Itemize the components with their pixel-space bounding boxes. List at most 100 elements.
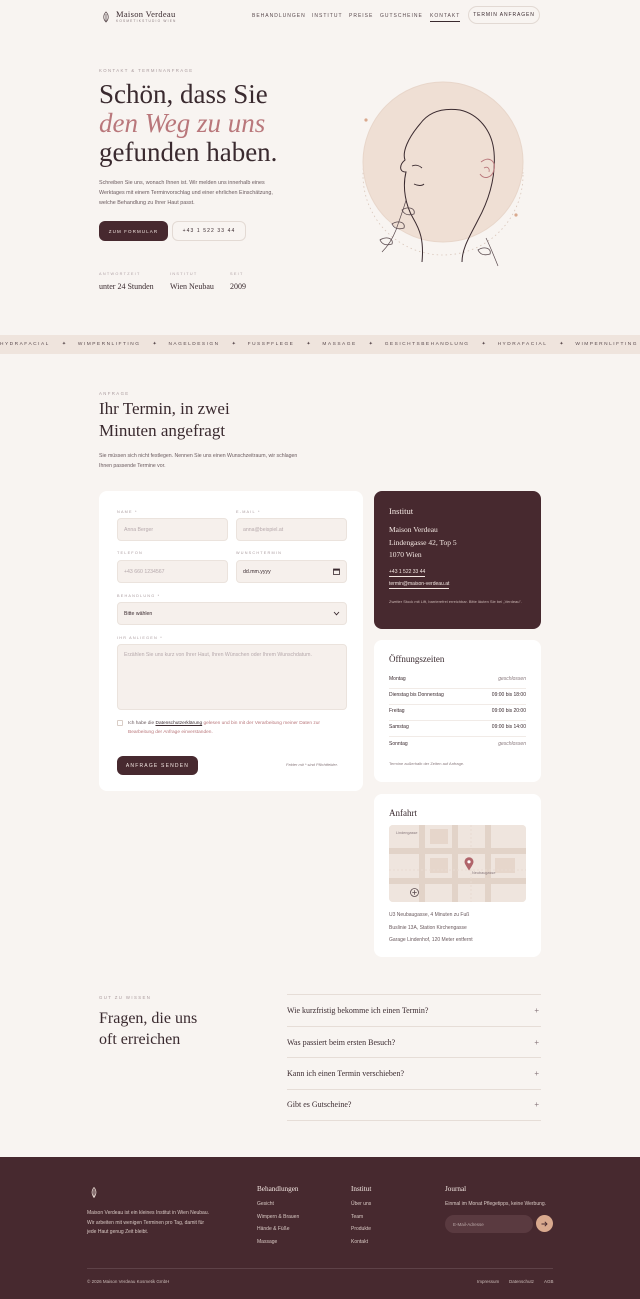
footer-link[interactable]: Über uns: [351, 1201, 371, 1207]
hours-row: Dienstag bis Donnerstag 09:00 bis 18:00: [389, 692, 526, 698]
name-label: NAME *: [117, 510, 138, 514]
form-title-line-1: Ihr Termin, in zwei: [99, 399, 230, 418]
form-section-text: Sie müssen sich nicht festlegen. Nennen …: [99, 453, 298, 469]
face-illustration: [350, 80, 530, 270]
marquee-separator: ✦: [61, 342, 66, 347]
institut-address-line-1: Lindengasse 42, Top 5: [389, 537, 457, 547]
to-form-button[interactable]: ZUM FORMULAR: [99, 221, 168, 241]
name-input[interactable]: Anna Berger: [117, 518, 228, 541]
map-street-label: Lindengasse: [396, 831, 418, 835]
institut-address: Maison Verdeau Lindengasse 42, Top 5 107…: [389, 524, 457, 562]
footer-legal-link[interactable]: AGB: [544, 1279, 554, 1284]
nav-item-gutscheine[interactable]: GUTSCHEINE: [380, 13, 423, 19]
institut-title: Institut: [389, 506, 414, 516]
hours-day: Samstag: [389, 724, 409, 730]
institut-note: Zweiter Stock mit Lift, barrierefrei err…: [389, 599, 523, 604]
institut-name: Maison Verdeau: [389, 525, 438, 534]
stat-label-since: SEIT: [230, 272, 244, 276]
directions-line: Garage Lindenhof, 120 Meter entfernt: [389, 937, 473, 943]
nav-item-institut[interactable]: INSTITUT: [312, 13, 343, 19]
hours-note: Termine außerhalb der Zeiten auf Anfrage…: [389, 761, 465, 766]
call-button[interactable]: +43 1 522 33 44: [172, 221, 246, 241]
nav-item-kontakt[interactable]: KONTAKT: [430, 13, 461, 22]
plus-icon: +: [534, 1068, 539, 1078]
hero-text: Schreiben Sie uns, wonach Ihnen ist. Wir…: [99, 180, 273, 206]
footer-about: Maison Verdeau ist ein kleines Institut …: [87, 1210, 210, 1235]
faq-eyebrow: GUT ZU WISSEN: [99, 995, 152, 1000]
footer-col-title: Behandlungen: [257, 1185, 299, 1193]
marquee-item: HYDRAFACIAL: [0, 342, 50, 347]
footer-legal-link[interactable]: Impressum: [477, 1279, 499, 1284]
hours-row: Montag geschlossen: [389, 676, 526, 682]
stat-value-institute: Wien Neubau: [170, 282, 214, 291]
stat-label-institute: INSTITUT: [170, 272, 198, 276]
consent-checkbox[interactable]: [117, 720, 123, 726]
faq-title: Fragen, die uns oft erreichen: [99, 1008, 197, 1050]
marquee-item: MASSAGE: [322, 342, 357, 347]
directions-list: U3 Neubaugasse, 4 Minuten zu Fuß Buslini…: [389, 909, 473, 947]
treatment-select-value: Bitte wählen: [124, 610, 153, 617]
faq-title-line-1: Fragen, die uns: [99, 1010, 198, 1027]
email-label: E-MAIL *: [236, 510, 261, 514]
email-input[interactable]: anna@beispiel.at: [236, 518, 347, 541]
footer-leaf-icon: [90, 1185, 98, 1199]
hours-row: Samstag 09:00 bis 14:00: [389, 724, 526, 730]
faq-item[interactable]: Was passiert beim ersten Besuch? +: [287, 1026, 541, 1058]
footer-link[interactable]: Produkte: [351, 1226, 371, 1232]
calendar-icon[interactable]: [333, 568, 340, 575]
hero-title: Schön, dass Sie den Weg zu uns gefunden …: [99, 80, 277, 167]
faq-item[interactable]: Kann ich einen Termin verschieben? +: [287, 1057, 541, 1089]
form-eyebrow: ANFRAGE: [99, 391, 130, 396]
hours-divider: [389, 736, 526, 737]
concern-label: IHR ANLIEGEN *: [117, 636, 163, 640]
privacy-policy-link[interactable]: Datenschutzerklärung: [155, 721, 202, 726]
nav-cta-button[interactable]: TERMIN ANFRAGEN: [468, 6, 540, 24]
phone-input[interactable]: +43 660 1234567: [117, 560, 228, 583]
footer-link[interactable]: Kontakt: [351, 1239, 368, 1245]
hours-row: Freitag 09:00 bis 20:00: [389, 708, 526, 714]
faq-item[interactable]: Gibt es Gutscheine? +: [287, 1089, 541, 1121]
institut-phone-link[interactable]: +43 1 522 33 44: [389, 569, 426, 577]
form-section-title: Ihr Termin, in zwei Minuten angefragt: [99, 398, 230, 442]
stat-label-response: ANTWORTZEIT: [99, 272, 141, 276]
consent-text: Ich habe die Datenschutzerklärung gelese…: [128, 719, 343, 737]
marquee-item: WIMPERNLIFTING: [77, 342, 141, 347]
institut-email-link[interactable]: termin@maison-verdeau.at: [389, 581, 450, 589]
consent-text-pre: Ich habe die: [128, 721, 156, 726]
arrow-right-icon: [541, 1220, 548, 1227]
logo-leaf-icon: [101, 10, 111, 23]
hours-day: Montag: [389, 676, 406, 682]
faq-item[interactable]: Wie kurzfristig bekomme ich einen Termin…: [287, 994, 541, 1026]
brand-name[interactable]: Maison Verdeau: [116, 9, 176, 19]
institut-address-line-2: 1070 Wien: [389, 550, 422, 559]
faq-question: Kann ich einen Termin verschieben?: [287, 1068, 405, 1078]
footer-link[interactable]: Gesicht: [257, 1201, 274, 1207]
footer-link[interactable]: Wimpern & Brauen: [257, 1214, 299, 1220]
hours-divider: [389, 720, 526, 721]
newsletter-submit-button[interactable]: [536, 1215, 553, 1232]
directions-title: Anfahrt: [389, 808, 417, 818]
plus-icon: +: [534, 1100, 539, 1110]
zoom-in-icon[interactable]: [410, 884, 419, 897]
footer-divider: [87, 1268, 553, 1269]
treatment-select[interactable]: Bitte wählen: [117, 602, 347, 625]
stat-value-since: 2009: [230, 282, 246, 291]
brand-subtitle: KOSMETIKSTUDIO WIEN: [116, 19, 177, 23]
concern-textarea[interactable]: Erzählen Sie uns kurz von Ihrer Haut, Ih…: [117, 644, 347, 710]
marquee-separator: ✦: [152, 342, 157, 347]
nav-item-preise[interactable]: PREISE: [349, 13, 373, 19]
marquee-item: WIMPERNLIFTING: [575, 342, 638, 347]
footer-link[interactable]: Hände & Füße: [257, 1226, 290, 1232]
footer-legal-link[interactable]: Datenschutz: [509, 1279, 534, 1284]
newsletter-email-input[interactable]: E-Mail-Adresse: [445, 1215, 533, 1233]
footer-col-title: Journal: [445, 1185, 467, 1193]
submit-request-button[interactable]: ANFRAGE SENDEN: [117, 756, 198, 775]
hours-time: geschlossen: [498, 741, 526, 747]
marquee-item: NAGELDESIGN: [168, 342, 220, 347]
nav-item-behandlungen[interactable]: BEHANDLUNGEN: [252, 13, 306, 19]
date-input[interactable]: dd.mm.yyyy: [236, 560, 347, 583]
hero-eyebrow: KONTAKT & TERMINANFRAGE: [99, 68, 194, 73]
footer-link[interactable]: Massage: [257, 1239, 277, 1245]
hours-time: 09:00 bis 20:00: [491, 708, 526, 714]
footer-link[interactable]: Team: [351, 1214, 363, 1220]
